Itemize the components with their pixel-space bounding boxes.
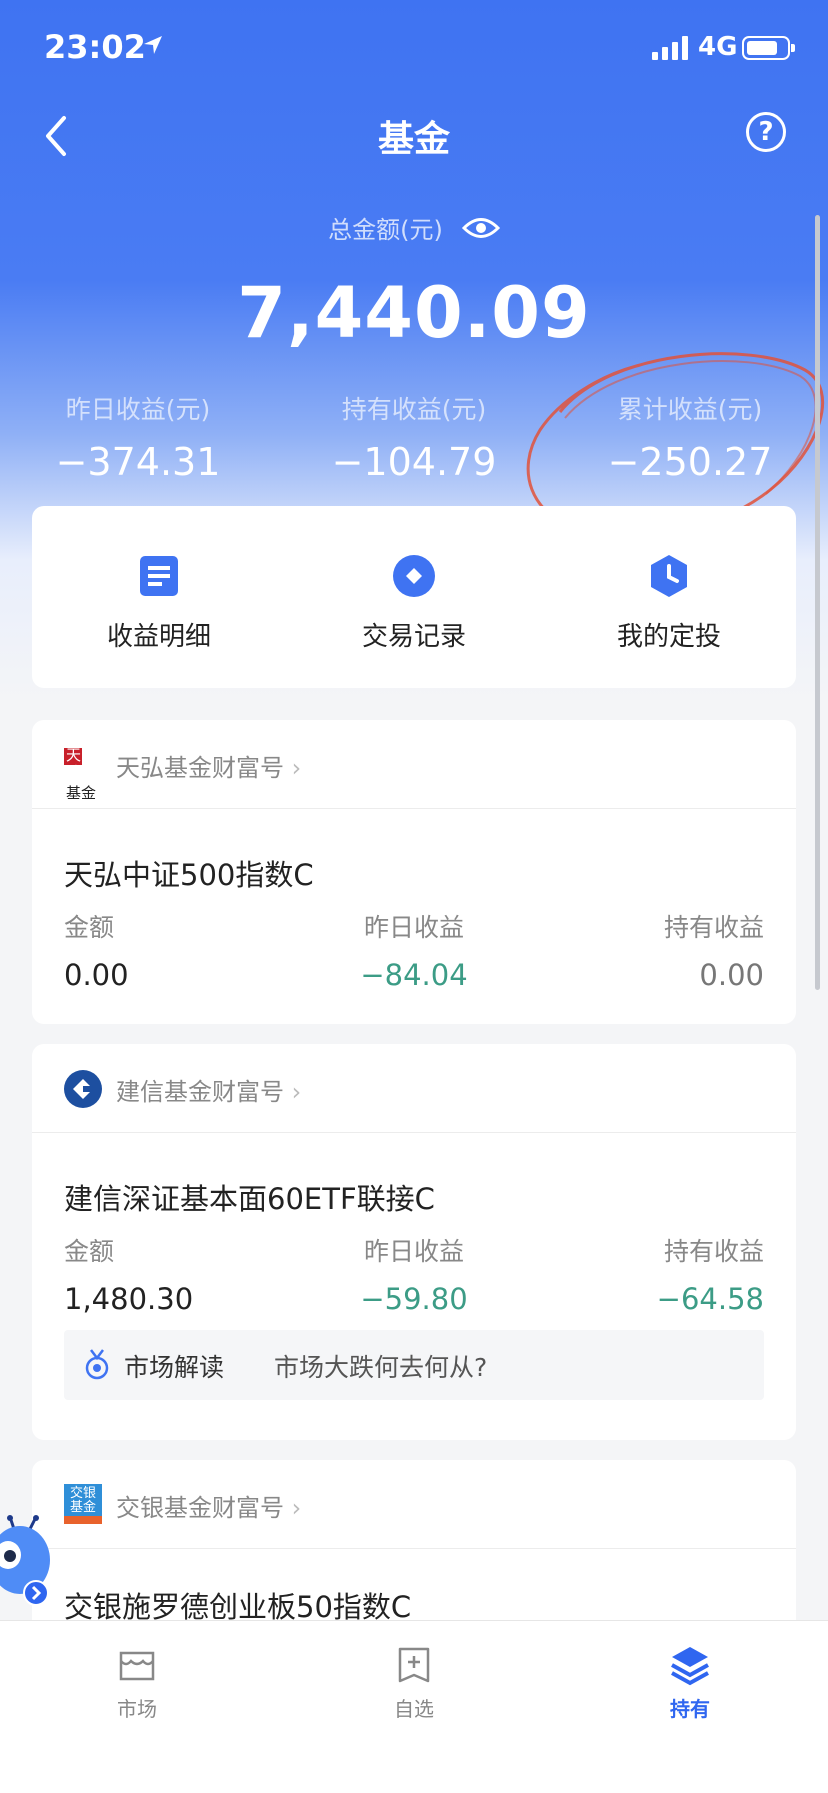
- stat-value: −374.31: [55, 440, 221, 484]
- column-label: 金额: [64, 1237, 115, 1266]
- eye-icon[interactable]: [461, 215, 500, 241]
- ccb-logo-icon: [64, 1070, 102, 1108]
- column-label: 金额: [64, 913, 115, 942]
- holding-value: −64.58: [656, 1282, 764, 1316]
- logo-text-bottom: 基金: [69, 1500, 96, 1515]
- market-icon: [119, 1651, 155, 1681]
- market-insight-banner[interactable]: 市场解读 市场大跌何去何从?: [64, 1330, 764, 1400]
- logo-text-top: 交银: [69, 1486, 96, 1501]
- bocom-logo-icon: 交银 基金: [64, 1484, 102, 1524]
- provider-label: 建信基金财富号: [116, 1078, 284, 1106]
- tab-label: 市场: [117, 1697, 157, 1721]
- fund-provider-name[interactable]: 天弘基金财富号 ›: [116, 748, 301, 783]
- help-icon[interactable]: ?: [746, 112, 786, 152]
- fund-yesterday-earnings: 昨日收益 −84.04: [332, 908, 496, 992]
- action-transaction-records[interactable]: 交易记录: [287, 506, 541, 688]
- bottom-tab-bar: 市场 自选 持有: [0, 1620, 828, 1793]
- network-type: 4G: [698, 32, 738, 62]
- fund-card[interactable]: 建信基金财富号 › 建信深证基本面60ETF联接C 金额 1,480.30 昨日…: [32, 1044, 796, 1440]
- holding-value: 0.00: [699, 958, 764, 992]
- yesterday-value: −59.80: [360, 1282, 468, 1316]
- action-label: 交易记录: [361, 622, 466, 652]
- amount-value: 1,480.30: [64, 1282, 194, 1316]
- stat-holding-earnings: 持有收益(元) −104.79: [276, 390, 552, 484]
- fund-amount: 金额 0.00: [64, 908, 129, 992]
- column-label: 持有收益: [663, 1237, 764, 1266]
- status-bar: 23:02 4G: [0, 0, 828, 100]
- medal-icon: [85, 1349, 109, 1380]
- fund-card[interactable]: 交银 基金 交银基金财富号 › 交银施罗德创业板50指数C: [32, 1460, 796, 1640]
- page-title: 基金: [377, 119, 450, 160]
- total-amount-value: 7,440.09: [237, 272, 591, 354]
- stat-cumulative-earnings: 累计收益(元) −250.27: [552, 390, 828, 484]
- column-label: 昨日收益: [363, 1237, 464, 1266]
- fund-card[interactable]: 天弘 基金 天弘基金财富号 › 天弘中证500指数C 金额 0.00 昨日收益 …: [32, 720, 796, 1024]
- total-amount-label: 总金额(元): [328, 216, 443, 244]
- battery-icon: [742, 36, 795, 60]
- fund-holding-earnings: 持有收益 −64.58: [582, 1232, 764, 1316]
- yesterday-value: −84.04: [360, 958, 468, 992]
- total-amount-label-row: 总金额(元): [0, 210, 828, 245]
- fund-provider-row[interactable]: 建信基金财富号 ›: [32, 1044, 796, 1133]
- provider-label: 天弘基金财富号: [116, 754, 284, 782]
- fund-provider-row[interactable]: 交银 基金 交银基金财富号 ›: [32, 1460, 796, 1549]
- layers-icon: [671, 1647, 709, 1686]
- chevron-right-icon: ›: [291, 1078, 302, 1106]
- provider-label: 交银基金财富号: [116, 1494, 284, 1522]
- tab-watchlist[interactable]: 自选: [344, 1643, 484, 1722]
- stat-label: 累计收益(元): [617, 395, 763, 424]
- scrollbar[interactable]: [815, 215, 820, 990]
- location-arrow-icon: [144, 36, 162, 54]
- fund-holding-earnings: 持有收益 0.00: [582, 908, 764, 992]
- action-label: 收益明细: [106, 622, 211, 652]
- fund-provider-name[interactable]: 交银基金财富号 ›: [116, 1488, 301, 1523]
- logo-text-bottom: 基金: [66, 784, 97, 802]
- amount-value: 0.00: [64, 958, 129, 992]
- stat-label: 持有收益(元): [341, 395, 487, 424]
- status-time: 23:02: [44, 28, 146, 66]
- action-auto-invest[interactable]: 我的定投: [542, 506, 796, 688]
- fund-name: 天弘中证500指数C: [64, 858, 314, 892]
- stat-yesterday-earnings: 昨日收益(元) −374.31: [0, 390, 276, 484]
- stat-value: −104.79: [331, 440, 497, 484]
- action-earnings-detail[interactable]: 收益明细: [32, 506, 286, 688]
- chevron-right-icon: ›: [291, 754, 302, 782]
- tab-label: 自选: [394, 1697, 434, 1721]
- diamond-circle-icon: [393, 555, 435, 597]
- stat-value: −250.27: [607, 440, 773, 484]
- column-label: 持有收益: [663, 913, 764, 942]
- logo-stripe: [64, 1516, 102, 1524]
- quick-actions-card: 收益明细 交易记录 我的定投: [32, 506, 796, 688]
- fund-provider-name[interactable]: 建信基金财富号 ›: [116, 1072, 301, 1107]
- insight-title: 市场解读: [124, 1353, 225, 1382]
- tianhong-logo-text: 天弘 基金: [66, 747, 102, 802]
- chevron-right-icon: ›: [291, 1494, 302, 1522]
- stat-label: 昨日收益(元): [65, 395, 211, 424]
- clock-hexagon-icon: [651, 555, 687, 597]
- tab-holdings[interactable]: 持有: [620, 1643, 760, 1722]
- fund-provider-row[interactable]: 天弘 基金 天弘基金财富号 ›: [32, 720, 796, 809]
- insight-text: 市场大跌何去何从?: [274, 1353, 488, 1382]
- logo-text-top: 天弘: [66, 747, 82, 781]
- watchlist-icon: [398, 1647, 430, 1683]
- mascot-assistant-icon[interactable]: [0, 1515, 56, 1610]
- tab-market[interactable]: 市场: [67, 1643, 207, 1722]
- document-icon: [140, 556, 178, 596]
- fund-yesterday-earnings: 昨日收益 −59.80: [332, 1232, 496, 1316]
- column-label: 昨日收益: [363, 913, 464, 942]
- signal-icon: [652, 36, 688, 60]
- tab-label: 持有: [670, 1697, 710, 1721]
- fund-name: 建信深证基本面60ETF联接C: [64, 1182, 435, 1216]
- fund-amount: 金额 1,480.30: [64, 1232, 193, 1316]
- action-label: 我的定投: [616, 622, 721, 652]
